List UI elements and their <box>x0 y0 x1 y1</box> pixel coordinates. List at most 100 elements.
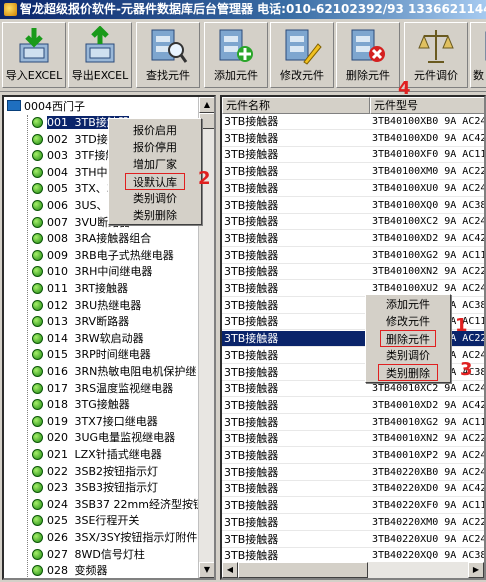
tree-root[interactable]: 0004西门子 <box>7 99 85 115</box>
table-hscrollbar[interactable]: ◀ ▶ <box>222 562 484 578</box>
tree-item[interactable]: 019 3TX7接口继电器 <box>32 414 158 430</box>
tree-item[interactable]: 015 3RP时间继电器 <box>32 347 151 363</box>
cell-model: 3TB40010XD2 9A AC42 <box>372 399 486 411</box>
tree-item[interactable]: 009 3RB电子式热继电器 <box>32 248 174 264</box>
menu-table-category-delete[interactable]: 类别删除 <box>378 364 438 381</box>
tree-item-name: 3RU热继电器 <box>74 298 142 312</box>
table-row[interactable]: 3TB接触器 3TB40100XF0 9A AC11 <box>222 147 486 164</box>
tree-item-name: 3TG接触器 <box>74 398 130 412</box>
tree-item[interactable]: 016 3RN热敏电阻电机保护继 <box>32 364 196 380</box>
table-row[interactable]: 3TB接触器 3TB40220XD0 9A AC42 <box>222 481 484 498</box>
cell-name: 3TB接触器 <box>224 131 279 145</box>
column-header-name[interactable]: 元件名称 <box>222 97 370 114</box>
tree-item-code: 028 <box>47 564 68 578</box>
tree-guide-line <box>27 115 28 578</box>
tree-item[interactable]: 011 3RT接触器 <box>32 281 128 297</box>
tree-item[interactable]: 026 3SX/3SY按钮指示灯附件 <box>32 530 197 546</box>
delete-component-button[interactable]: 删除元件 <box>336 22 400 88</box>
tree-item-name: 8WD信号灯柱 <box>74 547 145 561</box>
table-row[interactable]: 3TB接触器 3TB40220XF0 9A AC11 <box>222 498 484 515</box>
tree-context-menu: 报价启用 报价停用 增加厂家 设默认库 类别调价 类别删除 <box>108 118 202 225</box>
tree-item[interactable]: 025 3SE行程开关 <box>32 513 139 529</box>
tree-item-code: 019 <box>47 414 68 428</box>
menu-add-vendor[interactable]: 增加厂家 <box>109 156 201 173</box>
table-row[interactable]: 3TB接触器 3TB40010XG2 9A AC11 <box>222 415 484 431</box>
cell-name: 3TB接触器 <box>224 198 279 212</box>
table-row[interactable]: 3TB接触器 3TB40220XU0 9A AC24 <box>222 532 484 548</box>
table-row[interactable]: 3TB接触器 3TB40010XC2 9A AC24 <box>222 381 484 398</box>
table-row[interactable]: 3TB接触器 3TB40010XN2 9A AC22 <box>222 431 486 448</box>
cell-model: 3TB40010XN2 9A AC22 <box>372 433 486 445</box>
menu-category-adjust-price[interactable]: 类别调价 <box>109 190 201 207</box>
annotation-1: 1 <box>455 315 468 336</box>
menu-set-default-library[interactable]: 设默认库 <box>125 173 185 190</box>
tree-item-name: 3RN热敏电阻电机保护继 <box>74 365 197 378</box>
cell-name: 3TB接触器 <box>224 265 279 279</box>
adjust-price-label: 元件调价 <box>414 69 458 82</box>
adjust-price-button[interactable]: 元件调价 <box>404 22 468 88</box>
add-component-icon <box>219 29 253 62</box>
cell-model: 3TB40100XB0 9A AC24 <box>372 116 486 127</box>
menu-disable-quote[interactable]: 报价停用 <box>109 139 201 156</box>
tree-item[interactable]: 008 3RA接触器组合 <box>32 231 151 247</box>
cell-name: 3TB接触器 <box>224 231 279 245</box>
tree-item[interactable]: 012 3RU热继电器 <box>32 298 141 314</box>
table-row[interactable]: 3TB接触器 3TB40100XC2 9A AC24 <box>222 214 484 231</box>
table-row[interactable]: 3TB接触器 3TB40100XD2 9A AC42 <box>222 231 484 247</box>
table-row[interactable]: 3TB接触器 3TB40220XB0 9A AC24 <box>222 465 484 481</box>
node-icon <box>32 183 43 195</box>
table-row[interactable]: 3TB接触器 3TB40100XD0 9A AC42 <box>222 131 484 147</box>
tree-item[interactable]: 014 3RW软启动器 <box>32 331 144 347</box>
scroll-right-button[interactable]: ▶ <box>468 562 484 578</box>
table-row[interactable]: 3TB接触器 3TB40100XM0 9A AC22 <box>222 164 484 181</box>
tree-item[interactable]: 022 3SB2按钮指示灯 <box>32 464 158 480</box>
tree-item-code: 014 <box>47 331 68 345</box>
cell-model: 3TB40220XM0 9A AC22 <box>372 516 486 528</box>
tree-item[interactable]: 021 LZX针插式继电器 <box>32 447 162 463</box>
menu-delete-component[interactable]: 删除元件 <box>380 330 436 347</box>
tree-item[interactable]: 023 3SB3按钮指示灯 <box>32 480 158 496</box>
tree-item[interactable]: 017 3RS温度监视继电器 <box>32 381 173 397</box>
menu-enable-quote[interactable]: 报价启用 <box>109 122 201 139</box>
column-header-model[interactable]: 元件型号 <box>370 97 484 114</box>
cell-model: 3TB40100XF0 9A AC11 <box>372 149 486 161</box>
node-icon <box>32 449 43 460</box>
tree-item-code: 001 <box>47 116 68 129</box>
table-row[interactable]: 3TB接触器 3TB40100XB0 9A AC24 <box>222 114 486 130</box>
table-row[interactable]: 3TB接触器 3TB40100XG2 9A AC11 <box>222 248 484 264</box>
table-row[interactable]: 3TB接触器 3TB40100XQ0 9A AC38 <box>222 198 484 214</box>
table-row[interactable]: 3TB接触器 3TB40100XN2 9A AC22 <box>222 264 484 281</box>
menu-category-delete[interactable]: 类别删除 <box>109 207 201 224</box>
menu-add-component[interactable]: 添加元件 <box>366 296 450 313</box>
menu-table-category-adjust-price[interactable]: 类别调价 <box>366 347 450 364</box>
tree-item-code: 003 <box>47 149 68 163</box>
cell-name: 3TB接触器 <box>224 398 279 412</box>
scroll-left-button[interactable]: ◀ <box>222 562 238 578</box>
table-row[interactable]: 3TB接触器 3TB40010XP2 9A AC24 <box>222 448 484 464</box>
export-excel-button[interactable]: 导出EXCEL <box>68 22 132 88</box>
table-row[interactable]: 3TB接触器 3TB40100XU0 9A AC24 <box>222 181 484 197</box>
scroll-up-button[interactable]: ▲ <box>199 97 214 113</box>
import-excel-button[interactable]: 导入EXCEL <box>2 22 66 88</box>
add-component-button[interactable]: 添加元件 <box>204 22 268 88</box>
cell-name: 3TB接触器 <box>224 415 279 429</box>
title-bar: 智龙超级报价软件-元器件数据库后台管理器 电话:010-62102392/93 … <box>0 0 486 19</box>
hscroll-thumb[interactable] <box>238 562 368 578</box>
edit-component-button[interactable]: 修改元件 <box>270 22 334 88</box>
menu-edit-component[interactable]: 修改元件 <box>366 313 450 330</box>
table-row[interactable]: 3TB接触器 3TB40010XD2 9A AC42 <box>222 398 486 414</box>
tree-item[interactable]: 018 3TG接触器 <box>32 397 130 413</box>
table-row[interactable]: 3TB接触器 3TB40220XM0 9A AC22 <box>222 515 486 531</box>
find-component-button[interactable]: 查找元件 <box>136 22 200 88</box>
node-icon <box>32 415 43 427</box>
tree-item[interactable]: 027 8WD信号灯柱 <box>32 547 145 563</box>
tree-item[interactable]: 020 3UG电量监视继电器 <box>32 430 175 446</box>
tree-item[interactable]: 010 3RH中间继电器 <box>32 264 152 280</box>
data-button[interactable]: 数 <box>470 22 486 88</box>
tree-item[interactable]: 028 变频器 <box>32 563 108 578</box>
scroll-down-button[interactable]: ▼ <box>199 562 214 578</box>
tree-item[interactable]: 013 3RV断路器 <box>32 314 129 330</box>
node-icon <box>32 548 43 560</box>
tree-item-name: 3UG电量监视继电器 <box>74 431 176 445</box>
tree-item[interactable]: 024 3SB37 22mm经济型按钮 <box>32 497 204 513</box>
